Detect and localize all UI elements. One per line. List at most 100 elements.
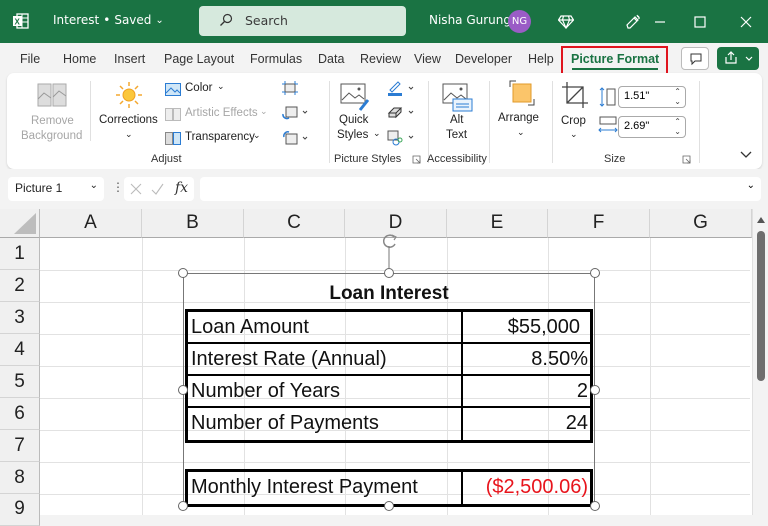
maximize-icon[interactable] (689, 11, 711, 33)
separator-dot: • (103, 13, 111, 27)
transparency-icon (165, 132, 181, 145)
tab-view[interactable]: View (414, 52, 441, 66)
dialog-launcher-icon[interactable] (682, 155, 691, 164)
resize-handle-left[interactable] (178, 385, 188, 395)
highlight-box (561, 46, 668, 75)
tab-data[interactable]: Data (318, 52, 344, 66)
tab-insert[interactable]: Insert (114, 52, 145, 66)
scrollbar-thumb[interactable] (757, 231, 765, 381)
collapse-ribbon-icon[interactable] (740, 151, 752, 159)
rotate-handle-icon[interactable] (380, 232, 400, 268)
document-name: Interest (53, 13, 100, 27)
alt-text-button[interactable]: Alt Text (439, 81, 479, 151)
compress-pictures-icon[interactable] (282, 81, 298, 95)
row-header-1[interactable]: 1 (0, 238, 40, 270)
table-row: Number of Years 2 (188, 376, 590, 408)
crop-label: Crop (561, 115, 586, 127)
color-button[interactable]: Color ⌄ (165, 81, 265, 99)
name-box[interactable]: Picture 1 ⌄ (8, 177, 104, 201)
crop-button[interactable]: Crop ⌄ (559, 79, 593, 149)
resize-handle-top-right[interactable] (590, 268, 600, 278)
tab-help[interactable]: Help (528, 52, 554, 66)
more-options-icon[interactable]: ⋮ (112, 180, 124, 194)
tab-formulas[interactable]: Formulas (250, 52, 302, 66)
remove-background-button[interactable]: Remove Background (21, 79, 82, 149)
sun-icon (116, 82, 142, 108)
scroll-up-icon[interactable] (757, 217, 765, 223)
resize-handle-bottom-right[interactable] (590, 501, 600, 511)
dialog-launcher-icon[interactable] (412, 155, 421, 164)
row-header-2[interactable]: 2 (0, 270, 40, 302)
picture-styles-group-label: Picture Styles (334, 153, 402, 165)
row-header-6[interactable]: 6 (0, 398, 40, 430)
title-bar: X Interest • Saved ⌄ Search Nisha Gurung… (0, 0, 768, 43)
resize-handle-bottom-left[interactable] (178, 501, 188, 511)
column-header-b[interactable]: B (142, 209, 244, 238)
row-header-3[interactable]: 3 (0, 302, 40, 334)
quick-styles-button[interactable]: Quick Styles ⌄ (335, 81, 381, 151)
column-header-a[interactable]: A (40, 209, 142, 238)
row-label: Number of Payments (188, 408, 463, 440)
picture-border-icon[interactable] (387, 80, 417, 96)
expand-formula-icon[interactable]: ⌄ (747, 180, 755, 191)
resize-handle-right[interactable] (590, 385, 600, 395)
resize-handle-bottom[interactable] (384, 501, 394, 511)
row-header-5[interactable]: 5 (0, 366, 40, 398)
document-title[interactable]: Interest • Saved ⌄ (53, 13, 164, 27)
arrange-button[interactable]: Arrange ⌄ (495, 77, 545, 147)
transparency-button[interactable]: Transparency ⌄ (165, 130, 275, 148)
column-header-c[interactable]: C (244, 209, 345, 238)
resize-handle-top[interactable] (384, 268, 394, 278)
table-row: Interest Rate (Annual) 8.50% (188, 344, 590, 376)
row-header-4[interactable]: 4 (0, 334, 40, 366)
row-header-9[interactable]: 9 (0, 494, 40, 526)
vertical-scrollbar[interactable] (752, 209, 768, 515)
column-header-g[interactable]: G (650, 209, 752, 238)
picture-layout-icon[interactable] (387, 130, 417, 146)
column-header-f[interactable]: F (548, 209, 650, 238)
insert-function-icon[interactable]: fx (175, 180, 188, 196)
column-header-e[interactable]: E (447, 209, 548, 238)
chevron-down-icon: ⌄ (253, 130, 261, 140)
corrections-button[interactable]: Corrections ⌄ (97, 79, 159, 149)
comment-icon (690, 53, 702, 66)
row-header-7[interactable]: 7 (0, 430, 40, 462)
premium-diamond-icon[interactable] (555, 11, 577, 33)
formula-input[interactable]: ⌄ (200, 177, 761, 201)
shape-width-input[interactable]: 2.69" ⌃ ⌄ (618, 116, 686, 138)
close-icon[interactable] (735, 11, 757, 33)
chevron-down-icon: ⌄ (89, 180, 98, 191)
artistic-effects-button[interactable]: Artistic Effects ⌄ (165, 106, 275, 124)
shape-height-input[interactable]: 1.51" ⌃ ⌄ (618, 86, 686, 108)
picture-effects-icon[interactable] (387, 106, 417, 120)
cancel-icon[interactable] (130, 183, 142, 195)
enter-check-icon[interactable] (151, 183, 164, 195)
chevron-down-icon: ⌄ (217, 81, 225, 91)
table-row: Monthly Interest Payment ($2,500.06) (188, 472, 590, 504)
tab-review[interactable]: Review (360, 52, 401, 66)
user-name[interactable]: Nisha Gurung (429, 13, 511, 27)
avatar[interactable]: NG (508, 10, 531, 33)
reset-picture-icon[interactable] (282, 131, 310, 145)
search-box[interactable]: Search (199, 6, 406, 36)
row-value: 24 (565, 412, 588, 434)
change-picture-icon[interactable] (282, 106, 310, 120)
comments-button[interactable] (681, 47, 709, 70)
row-label: Loan Amount (188, 312, 463, 342)
designer-pen-icon[interactable] (622, 11, 644, 33)
select-all-button[interactable] (0, 209, 40, 238)
minimize-icon[interactable] (649, 11, 671, 33)
spin-arrows-icon[interactable]: ⌃ ⌄ (674, 87, 681, 107)
spin-arrows-icon[interactable]: ⌃ ⌄ (674, 117, 681, 137)
row-value: 2 (576, 380, 588, 402)
tab-page-layout[interactable]: Page Layout (164, 52, 234, 66)
row-label: Number of Years (188, 376, 463, 406)
row-header-8[interactable]: 8 (0, 462, 40, 494)
tab-home[interactable]: Home (63, 52, 96, 66)
tab-file[interactable]: File (20, 52, 40, 66)
loan-details-table: Loan Amount $55,000 Interest Rate (Annua… (185, 309, 593, 443)
loan-interest-picture[interactable]: Loan Interest Loan Amount $55,000 Intere… (183, 273, 595, 507)
share-button[interactable] (717, 47, 759, 70)
resize-handle-top-left[interactable] (178, 268, 188, 278)
tab-developer[interactable]: Developer (455, 52, 512, 66)
